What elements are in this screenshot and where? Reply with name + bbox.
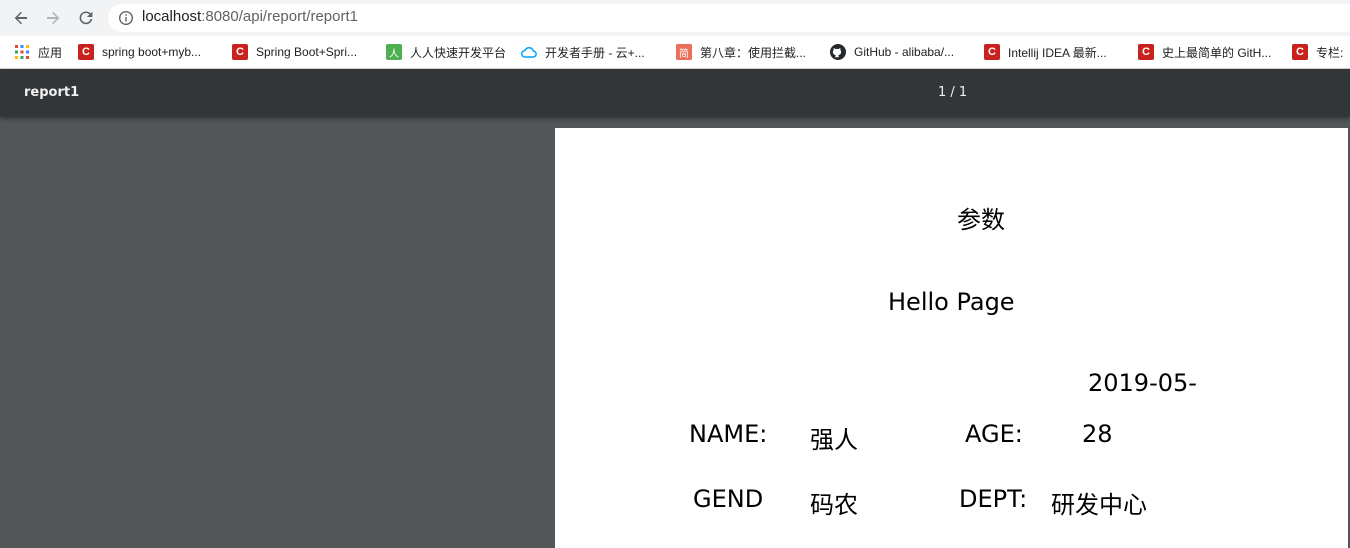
- url-text[interactable]: localhost:8080/api/report/report1: [142, 8, 358, 25]
- back-button[interactable]: [10, 7, 32, 29]
- reload-icon: [79, 11, 93, 25]
- dept-value: 研发中心: [1051, 491, 1147, 519]
- name-value: 强人: [810, 426, 858, 454]
- bookmark-label: Spring Boot+Spri...: [256, 45, 358, 59]
- csdn-icon: C: [78, 44, 94, 60]
- report-date: 2019-05-: [1088, 369, 1197, 397]
- forward-button[interactable]: [42, 7, 64, 29]
- bookmark-item[interactable]: C Spring Boot+Spri...: [232, 42, 357, 62]
- gender-value: 码农: [810, 491, 858, 519]
- gender-label: GEND: [693, 485, 764, 513]
- forward-arrow-icon: [47, 11, 60, 25]
- bookmark-label: spring boot+myb...: [102, 45, 202, 59]
- bookmark-label: 应用: [38, 45, 63, 60]
- apps-grid-icon: [14, 44, 30, 60]
- csdn-icon: C: [984, 44, 1000, 60]
- age-value: 28: [1082, 420, 1113, 448]
- reload-button[interactable]: [75, 7, 97, 29]
- dept-label: DEPT:: [959, 485, 1028, 513]
- bookmarks-bar: 应用 C spring boot+myb... C Spring Boot+Sp…: [0, 36, 1350, 69]
- pdf-page: 参数 Hello Page 2019-05- NAME: 强人 AGE: 28 …: [555, 128, 1348, 548]
- bookmark-item[interactable]: 开发者手册 - 云+...: [521, 42, 645, 62]
- back-arrow-icon: [14, 11, 27, 25]
- age-label: AGE:: [965, 420, 1023, 448]
- url-path: :8080/api/report/report1: [201, 8, 358, 25]
- bookmark-item[interactable]: C spring boot+myb...: [78, 42, 201, 62]
- info-icon[interactable]: [118, 10, 134, 26]
- name-label: NAME:: [689, 420, 768, 448]
- report-heading: Hello Page: [888, 288, 1015, 316]
- csdn-icon: C: [1138, 44, 1154, 60]
- bookmark-label: 专栏:: [1316, 45, 1344, 60]
- jianshu-icon: 简: [676, 44, 692, 60]
- params-title: 参数: [957, 206, 1005, 234]
- csdn-icon: C: [232, 44, 248, 60]
- bookmark-item[interactable]: C 史上最简单的 GitH...: [1138, 42, 1271, 62]
- browser-toolbar: localhost:8080/api/report/report1: [0, 0, 1350, 37]
- bookmark-label: 史上最简单的 GitH...: [1162, 45, 1272, 60]
- bookmark-label: 第八章：使用拦截...: [700, 45, 807, 60]
- bookmark-label: 开发者手册 - 云+...: [545, 45, 645, 60]
- url-host: localhost: [142, 8, 202, 25]
- pdf-toolbar: report1 1 / 1: [0, 69, 1350, 117]
- bookmark-label: Intellij IDEA 最新...: [1008, 45, 1107, 60]
- github-icon: [830, 44, 846, 60]
- bookmark-label: 人人快速开发平台: [410, 45, 507, 60]
- cloud-icon: [521, 44, 537, 60]
- bookmark-item[interactable]: 简 第八章：使用拦截...: [676, 42, 806, 62]
- renren-icon: 人: [386, 44, 402, 60]
- bookmark-item[interactable]: C 专栏:: [1292, 42, 1343, 62]
- csdn-icon: C: [1292, 44, 1308, 60]
- address-bar[interactable]: localhost:8080/api/report/report1: [108, 4, 1350, 32]
- bookmark-item[interactable]: GitHub - alibaba/...: [830, 42, 954, 62]
- bookmark-label: GitHub - alibaba/...: [854, 45, 955, 59]
- page-indicator: 1 / 1: [938, 85, 968, 100]
- pdf-title: report1: [24, 85, 80, 100]
- bookmark-item[interactable]: 人 人人快速开发平台: [386, 42, 506, 62]
- bookmark-item[interactable]: C Intellij IDEA 最新...: [984, 42, 1107, 62]
- bookmark-apps[interactable]: 应用: [14, 42, 62, 62]
